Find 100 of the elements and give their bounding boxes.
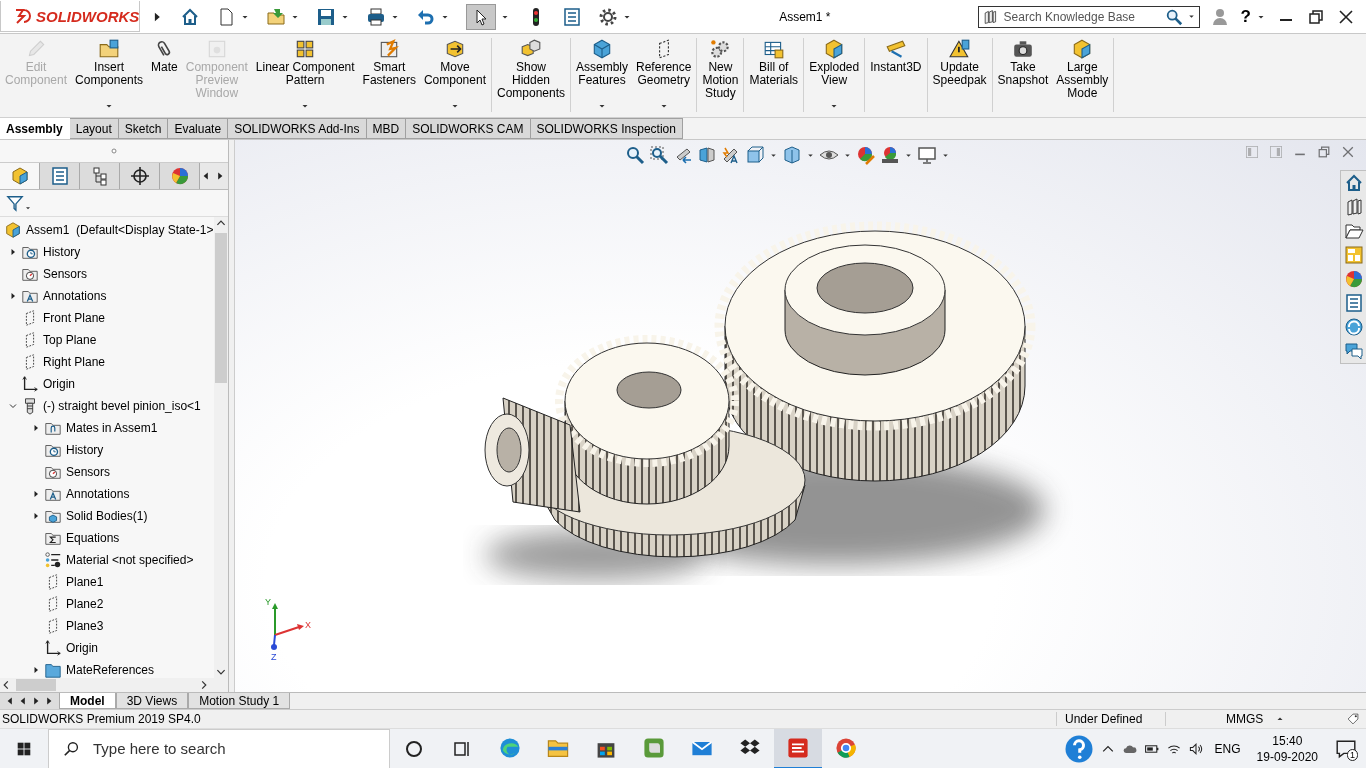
open-folder-icon[interactable]	[266, 6, 286, 27]
view-cube-icon[interactable]	[745, 145, 765, 165]
command-button[interactable]: Bill of Materials	[745, 38, 803, 112]
command-button[interactable]: Assembly Features	[572, 38, 633, 112]
tab[interactable]: MBD	[366, 118, 407, 139]
save-icon[interactable]	[316, 6, 336, 27]
tree-item[interactable]: Front Plane	[43, 311, 106, 325]
tile-left-icon[interactable]	[1244, 144, 1260, 160]
section-view-icon[interactable]	[697, 145, 717, 165]
tree-item[interactable]: Sensors	[43, 267, 88, 281]
scrollbar-thumb[interactable]	[16, 679, 56, 691]
tab[interactable]: Motion Study 1	[188, 693, 291, 709]
refresh-icon[interactable]	[1343, 317, 1364, 337]
list-icon[interactable]	[562, 6, 582, 27]
status-text: SOLIDWORKS Premium 2019 SP4.0	[1, 712, 202, 726]
camera-icon	[1011, 38, 1034, 60]
units-selector[interactable]: MMGS	[1226, 712, 1346, 726]
command-button[interactable]: Instant3D	[866, 38, 926, 112]
zoom-area-icon[interactable]	[649, 145, 669, 165]
tree-item[interactable]: Right Plane	[43, 355, 106, 369]
tree-item[interactable]: MateReferences	[66, 663, 155, 677]
tree-item[interactable]: History	[66, 443, 104, 457]
command-button[interactable]: Large Assembly Mode	[1052, 38, 1113, 112]
tree-item[interactable]: Annotations	[43, 289, 107, 303]
splitter-handle-icon[interactable]	[109, 146, 119, 156]
command-button[interactable]: Smart Fasteners	[358, 38, 420, 112]
tab[interactable]: SOLIDWORKS Inspection	[530, 118, 683, 139]
search-field[interactable]: Search Knowledge Base	[1001, 8, 1161, 25]
tree-item[interactable]: Solid Bodies(1)	[66, 509, 148, 523]
select-tool-button[interactable]	[466, 3, 496, 30]
command-button[interactable]: Reference Geometry	[632, 38, 696, 112]
origin-axes-icon	[44, 639, 62, 657]
tree-item[interactable]: Sensors	[66, 465, 111, 479]
taskbar-search-field[interactable]: Type here to search	[91, 739, 375, 758]
tag-icon[interactable]	[1346, 712, 1360, 726]
tab[interactable]: Layout	[69, 118, 119, 139]
shaded-cube-icon[interactable]	[782, 145, 802, 165]
command-button[interactable]: Show Hidden Components	[492, 38, 569, 112]
search-box[interactable]: Search Knowledge Base	[977, 5, 1200, 28]
tab[interactable]: Assembly	[0, 118, 70, 139]
clock-time[interactable]: 15:40	[1272, 732, 1303, 749]
print-icon[interactable]	[366, 6, 386, 27]
tree-item[interactable]: History	[43, 245, 81, 259]
tab[interactable]: Sketch	[118, 118, 169, 139]
chat-icon[interactable]	[1343, 341, 1364, 361]
tree-item[interactable]: Top Plane	[43, 333, 97, 347]
tree-item[interactable]: (-) straight bevel pinion_iso<1	[43, 399, 201, 413]
filter-button[interactable]	[6, 194, 32, 212]
annotation-view-icon[interactable]	[721, 145, 741, 165]
command-button[interactable]: Mate	[147, 38, 182, 112]
tree-item[interactable]: Plane3	[66, 619, 104, 633]
command-button[interactable]: Linear Component Pattern	[251, 38, 359, 112]
tree-item[interactable]: Annotations	[66, 487, 130, 501]
zoom-icon[interactable]	[625, 145, 645, 165]
open-folder-icon[interactable]	[1343, 221, 1364, 241]
tab[interactable]: Model	[59, 693, 116, 709]
logo-text: SOLIDWORKS	[36, 7, 140, 25]
tab[interactable]: 3D Views	[115, 693, 189, 709]
command-button[interactable]: New Motion Study	[698, 38, 743, 112]
tree-root-item[interactable]: Assem1 (Default<Display State-1>	[26, 223, 214, 237]
panel-tab[interactable]	[80, 163, 120, 189]
circle-icon[interactable]	[404, 738, 424, 759]
notification-count: 1	[1347, 748, 1358, 761]
tile-right-icon[interactable]	[1268, 144, 1284, 160]
tree-item[interactable]: Mates in Assem1	[66, 421, 158, 435]
color-ball-icon[interactable]	[1343, 269, 1364, 289]
monitor-icon[interactable]	[917, 145, 937, 165]
clock-date[interactable]: 19-09-2020	[1256, 748, 1318, 765]
command-button[interactable]: Take Snapshot	[993, 38, 1053, 112]
tab[interactable]: SOLIDWORKS CAM	[406, 118, 531, 139]
caret-icon	[24, 204, 32, 212]
color-ball-pencil-icon[interactable]	[856, 145, 876, 165]
tab[interactable]: Evaluate	[168, 118, 229, 139]
scene-icon[interactable]	[880, 145, 900, 165]
tree-item[interactable]: Equations	[66, 531, 120, 545]
help-button[interactable]: ?	[1237, 6, 1254, 27]
help-icon[interactable]	[1063, 733, 1094, 764]
list-icon[interactable]	[1343, 293, 1364, 313]
language-indicator[interactable]: ENG	[1214, 741, 1241, 756]
tree-item[interactable]: Origin	[66, 641, 98, 655]
material-icon	[44, 551, 62, 569]
tab[interactable]: SOLIDWORKS Add-Ins	[228, 118, 367, 139]
app-icon	[786, 735, 810, 760]
panel-tab[interactable]	[120, 163, 160, 189]
cube-icon	[591, 38, 613, 60]
command-button[interactable]: Exploded View	[805, 38, 864, 112]
speaker-icon[interactable]	[1187, 740, 1204, 757]
tree-item[interactable]: Plane1	[66, 575, 104, 589]
scrollbar-thumb[interactable]	[215, 233, 227, 383]
home-icon[interactable]	[180, 6, 200, 27]
taskbar-search-box[interactable]: Type here to search	[48, 728, 390, 768]
tree-item[interactable]: Plane2	[66, 597, 104, 611]
tree-item[interactable]: Origin	[43, 377, 75, 391]
command-button[interactable]: Insert Components	[71, 38, 148, 112]
zoom-icon[interactable]	[1164, 7, 1183, 26]
command-button[interactable]: Move Component	[419, 38, 490, 112]
settings-icon[interactable]	[598, 6, 618, 27]
axis-label: Z	[271, 652, 277, 661]
tree-item[interactable]: Material <not specified>	[66, 553, 194, 567]
command-button[interactable]: Update Speedpak	[928, 38, 991, 112]
